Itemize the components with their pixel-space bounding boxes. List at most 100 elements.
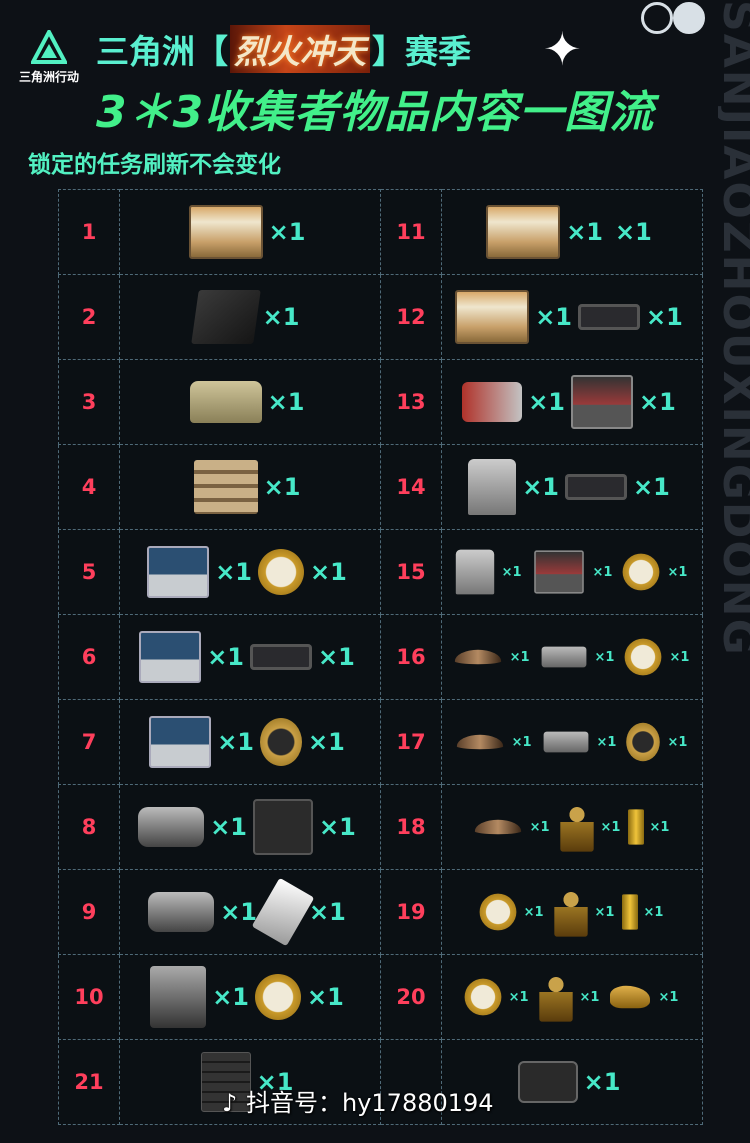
- cctv-camera-icon: [148, 892, 215, 932]
- item-quantity: ×1: [633, 473, 670, 501]
- table-row: 2 ×1 12 ×1 ×1: [58, 274, 703, 360]
- tank-model-icon: [189, 381, 262, 423]
- douyin-watermark: ♪ 抖音号：hy17880194: [222, 1083, 494, 1118]
- item-entry: ×1: [188, 205, 306, 259]
- right-items-cell: ×1 ×1 ×1: [441, 699, 703, 785]
- item-entry: ×1: [451, 733, 532, 751]
- table-row: 5 ×1 ×1 15 ×1 ×1 ×1: [58, 529, 703, 615]
- task-number: 12: [380, 274, 442, 360]
- table-row: 6 ×1 ×1 16 ×1 ×1 ×1: [58, 614, 703, 700]
- task-number: 15: [380, 529, 442, 615]
- right-items-cell: ×1 ×1 ×1: [441, 529, 703, 615]
- item-entry: ×1: [517, 1061, 620, 1103]
- item-entry: ×1: [190, 290, 300, 344]
- item-entry: ×1: [148, 892, 257, 932]
- item-quantity: ×1: [268, 218, 306, 246]
- item-quantity: ×1: [310, 558, 347, 586]
- terminal-icon: [533, 550, 584, 594]
- table-row: 4 ×1 14 ×1 ×1: [58, 444, 703, 530]
- table-row: 7 ×1 ×1 17 ×1 ×1 ×1: [58, 699, 703, 785]
- item-quantity: ×1: [615, 218, 652, 246]
- item-entry: ×1: [609, 218, 652, 246]
- left-items-cell: ×1 ×1: [119, 784, 381, 870]
- item-quantity: ×1: [649, 819, 670, 835]
- medical-device-icon: [462, 382, 523, 422]
- item-entry: ×1: [578, 303, 683, 331]
- bronze-bust-icon: [538, 972, 573, 1022]
- carbon-plate-icon: [190, 290, 261, 344]
- robot-arm-icon: [468, 459, 517, 515]
- item-quantity: ×1: [501, 564, 522, 580]
- terminal-icon: [571, 375, 633, 429]
- item-entry: ×1: [449, 648, 530, 666]
- item-quantity: ×1: [262, 303, 300, 331]
- item-entry: ×1: [460, 974, 529, 1020]
- apc-model-icon: [541, 646, 586, 668]
- item-quantity: ×1: [566, 218, 603, 246]
- item-entry: ×1: [528, 545, 612, 599]
- game-logo: 三角洲行动: [8, 30, 90, 98]
- task-number: 5: [58, 529, 120, 615]
- task-number: 11: [380, 189, 442, 275]
- graphics-card-icon: [565, 474, 627, 500]
- item-quantity: ×1: [319, 813, 356, 841]
- item-quantity: ×1: [535, 303, 572, 331]
- robot-arm-icon: [455, 549, 494, 595]
- background-watermark-text: SANJIAOZHOUXINGDONG: [718, 0, 750, 657]
- item-entry: ×1: [538, 729, 617, 755]
- item-entry: ×1: [147, 546, 252, 598]
- gold-wristwatch-icon: [626, 722, 661, 762]
- item-quantity: ×1: [308, 728, 345, 756]
- tape-recorder-icon: [253, 799, 313, 855]
- item-entry: ×1: [258, 549, 347, 595]
- battery-pack-icon: [188, 205, 263, 259]
- item-quantity: ×1: [307, 983, 344, 1011]
- title-prefix: 三角洲【: [96, 32, 228, 71]
- item-entry: ×1: [251, 877, 346, 947]
- item-entry: ×1: [149, 716, 254, 768]
- item-entry: ×1: [250, 643, 355, 671]
- pocket-watch-icon: [258, 549, 304, 595]
- left-items-cell: ×1 ×1: [119, 869, 381, 955]
- item-quantity: ×1: [508, 989, 529, 1005]
- item-quantity: ×1: [596, 734, 617, 750]
- item-quantity: ×1: [309, 898, 346, 926]
- collector-items-table: 1 ×1 11 ×1 ×1 2 ×1 12 ×1 ×1 3 ×1 13 ×1 ×1 4 ×1 14 ×1 ×1 5 ×1 ×…: [58, 189, 703, 1125]
- item-entry: ×1: [138, 807, 247, 847]
- item-quantity: ×1: [217, 728, 254, 756]
- item-quantity: ×1: [529, 819, 550, 835]
- item-quantity: ×1: [669, 649, 690, 665]
- task-number: 1: [58, 189, 120, 275]
- task-number: 17: [380, 699, 442, 785]
- item-quantity: ×1: [207, 643, 244, 671]
- item-entry: ×1: [139, 631, 244, 683]
- graphics-card-icon: [578, 304, 640, 330]
- page-title-line1: 三角洲【 烈火冲天 】赛季: [96, 25, 471, 73]
- item-entry: ×1: [620, 890, 663, 934]
- bronze-bust-icon: [553, 887, 588, 937]
- season-name: 烈火冲天: [230, 25, 370, 73]
- right-items-cell: ×1 ×1 ×1: [441, 869, 703, 955]
- graphics-card-icon: [250, 644, 312, 670]
- pocket-watch-icon: [479, 893, 516, 931]
- item-entry: ×1: [618, 549, 687, 595]
- task-number: 2: [58, 274, 120, 360]
- left-items-cell: ×1 ×1: [119, 954, 381, 1040]
- item-entry: ×1: [462, 382, 565, 422]
- watermark-handle: hy17880194: [342, 1089, 494, 1117]
- laptop-icon: [147, 546, 210, 598]
- item-entry: ×1: [622, 718, 687, 766]
- table-row: 10 ×1 ×1 20 ×1 ×1 ×1: [58, 954, 703, 1040]
- task-number: 7: [58, 699, 120, 785]
- douyin-icon: ♪: [222, 1089, 238, 1117]
- left-items-cell: ×1 ×1: [119, 614, 381, 700]
- item-entry: ×1: [550, 881, 614, 943]
- pocket-watch-icon: [255, 974, 301, 1020]
- right-items-cell: ×1 ×1 ×1: [441, 614, 703, 700]
- item-quantity: ×1: [523, 904, 544, 920]
- top-circles-icon: [641, 2, 705, 38]
- item-quantity: ×1: [658, 989, 679, 1005]
- item-entry: ×1: [455, 290, 572, 344]
- item-quantity: ×1: [667, 734, 688, 750]
- task-number: 16: [380, 614, 442, 700]
